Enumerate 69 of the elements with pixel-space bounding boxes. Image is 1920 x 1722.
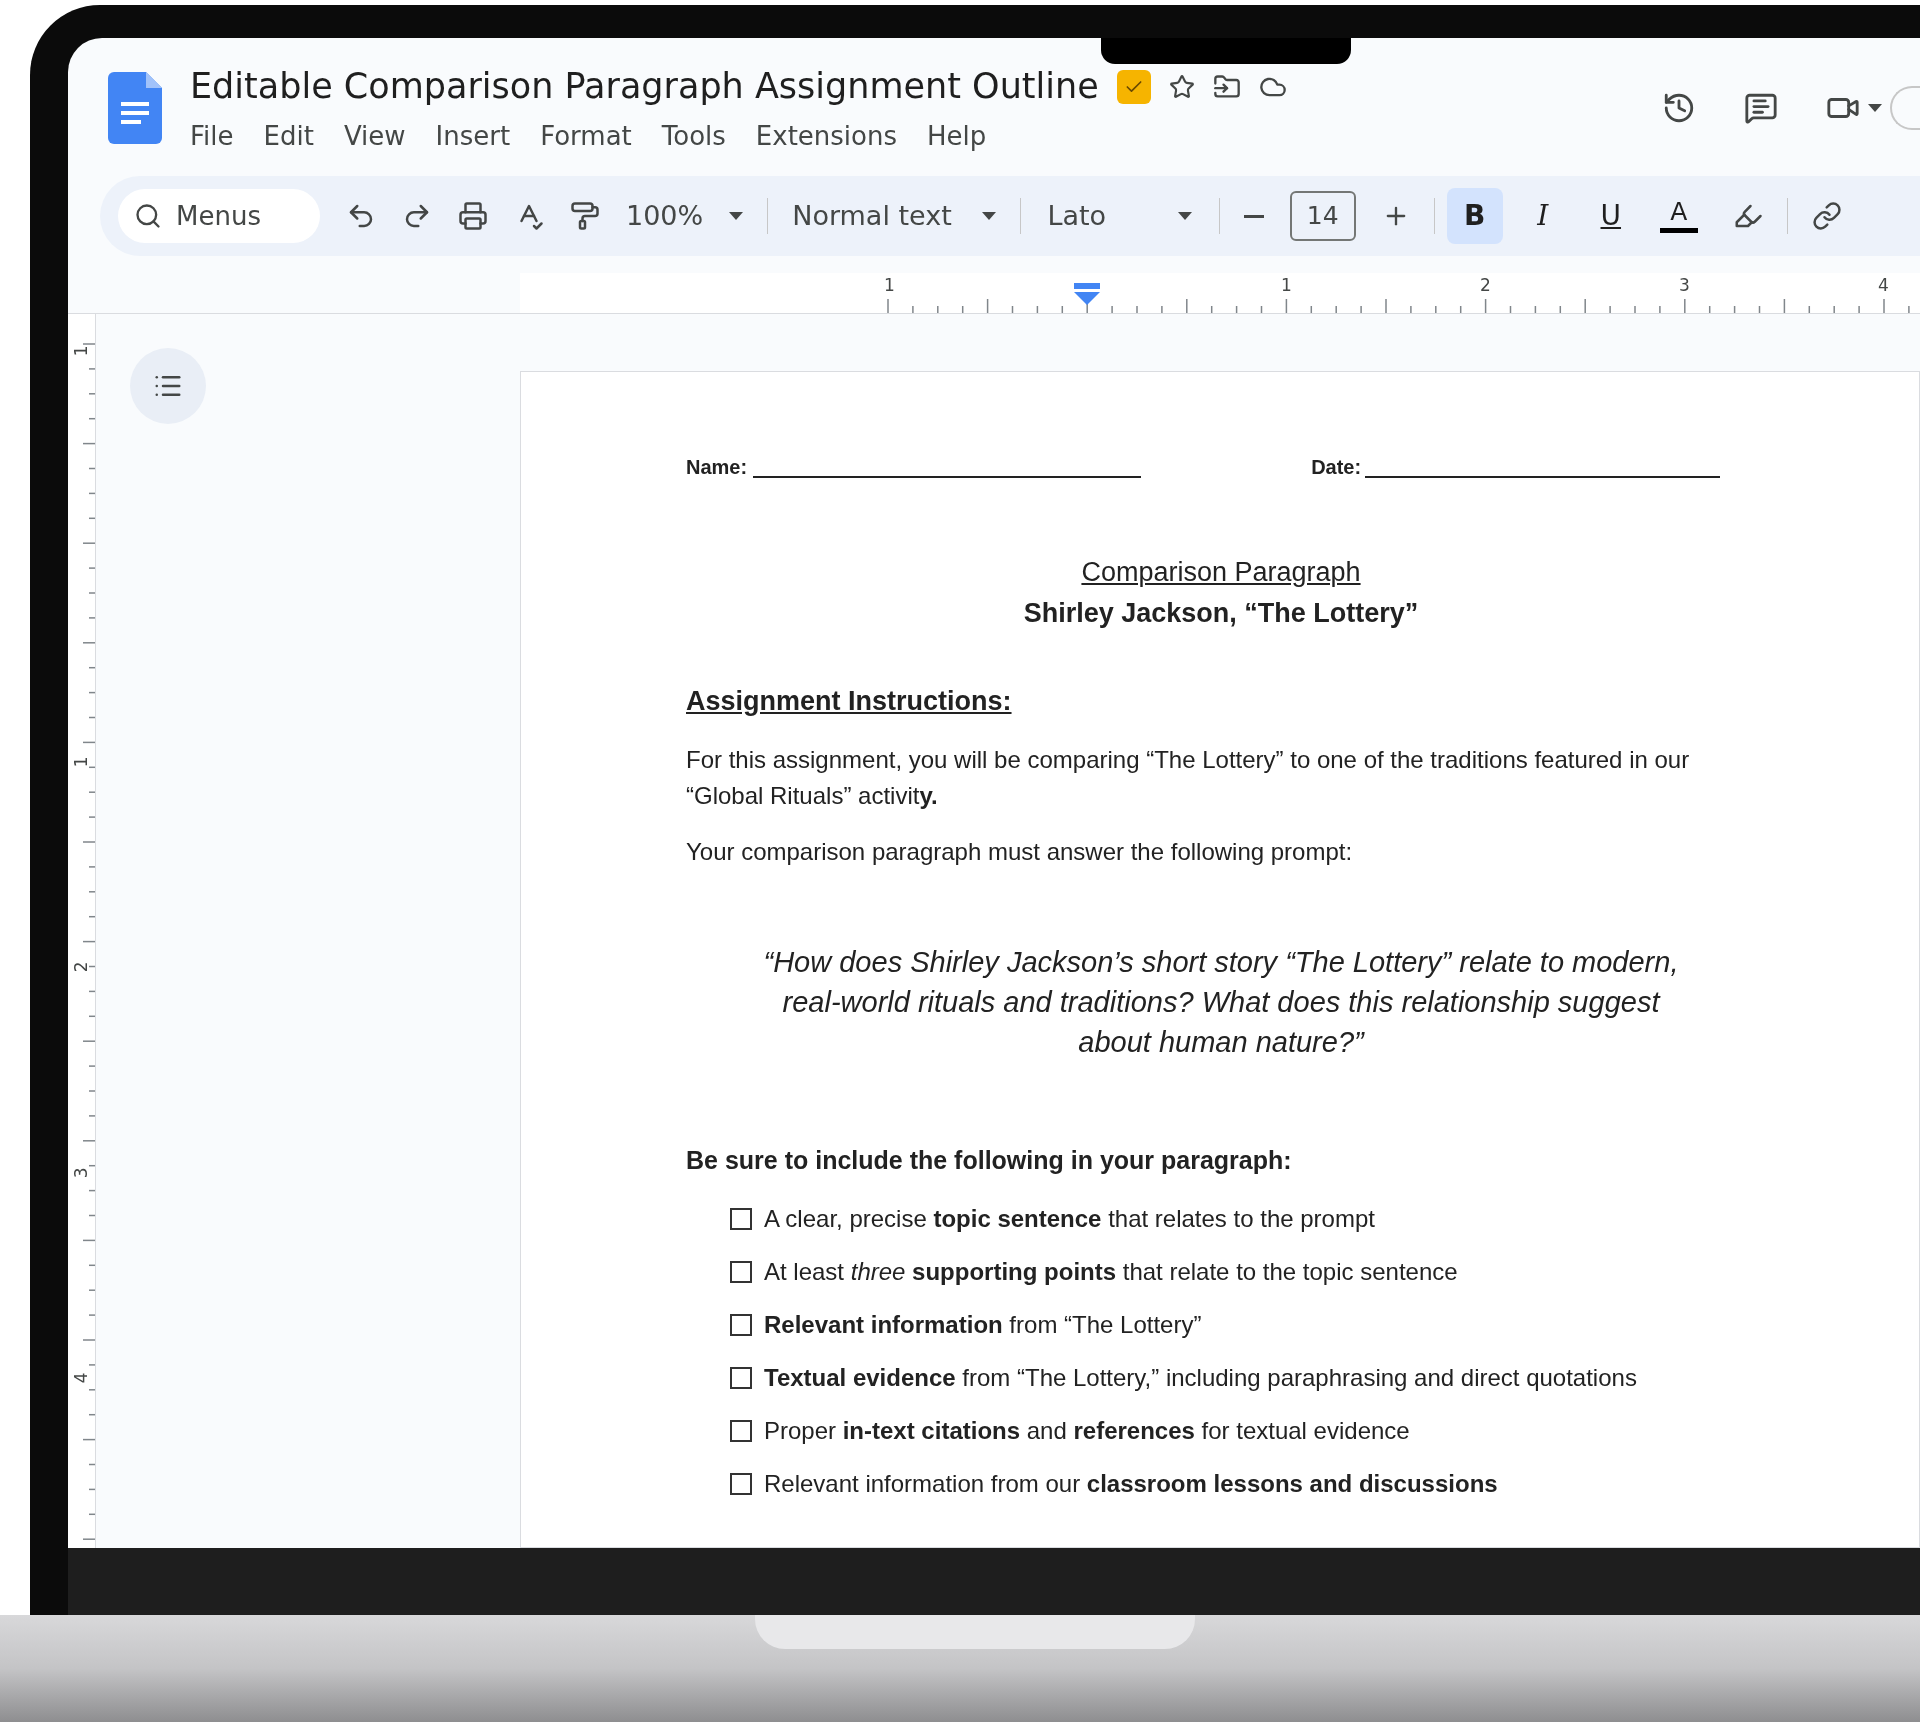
name-label: Name: [686,455,748,480]
checklist-heading: Be sure to include the following in your paragraph: [686,1144,1293,1176]
minus-icon [1243,214,1264,218]
link-button[interactable] [1811,201,1842,231]
ruler-number: 3 [1679,274,1690,297]
search-icon [134,202,162,230]
document-title[interactable]: Editable Comparison Paragraph Assignment Outline [190,60,1099,113]
link-icon [1811,201,1842,231]
bold-button[interactable]: B [1446,188,1503,244]
paint-roller-icon [570,201,600,231]
checkbox[interactable] [730,1314,752,1336]
menu-item[interactable]: Help [927,116,987,156]
ruler-number: 4 [1878,274,1889,297]
indent-marker-icon[interactable] [1074,283,1100,305]
star-icon[interactable] [1168,73,1195,100]
document-app-icon [108,72,162,144]
ruler-number: 1 [69,755,92,767]
menu-item[interactable]: Extensions [755,116,898,156]
style-dropdown[interactable]: Normal text [792,195,996,237]
font-dropdown[interactable]: Lato [1044,195,1195,237]
checkbox[interactable] [730,1261,752,1283]
checkbox[interactable] [730,1208,752,1230]
menu-item[interactable]: Edit [263,116,314,156]
caret-icon [729,212,744,220]
ruler-number: 1 [1281,274,1292,297]
checklist-item: A clear, precise topic sentence that relates to the prompt [764,1204,1375,1234]
checklist-item: Textual evidence from “The Lottery,” including paraphrasing and direct quotations [764,1363,1637,1393]
date-label: Date: [1311,455,1362,480]
menu-item[interactable]: Tools [661,116,726,156]
ruler-number: 2 [1480,274,1491,297]
menu-item[interactable]: Format [540,116,632,156]
menu-item[interactable]: View [343,116,406,156]
checkbox[interactable] [730,1420,752,1442]
font-size-field[interactable]: 14 [1289,191,1356,241]
prompt-quote: “How does Shirley Jackson’s short story “The Lottery” relate to modern, real-world rituals and traditions? What does this relationship suggest about human nature?” [762,944,1680,1060]
underline-button[interactable]: U [1582,188,1639,244]
checkbox[interactable] [730,1367,752,1389]
checklist-item: At least three supporting points that relate to the topic sentence [764,1257,1458,1287]
menu-item[interactable]: Insert [435,116,511,156]
ruler-number: 1 [884,274,895,297]
document-heading: Comparison Paragraph [1081,556,1361,589]
paint-format-button[interactable] [570,201,600,231]
ruler-number: 1 [69,345,92,357]
menu-item[interactable]: File [190,116,234,156]
caret-icon [981,212,996,220]
zoom-dropdown[interactable]: 100% [626,195,744,237]
comment-icon[interactable] [1744,91,1778,125]
checkbox[interactable] [730,1473,752,1495]
move-folder-icon[interactable] [1212,72,1241,101]
caret-icon [1178,212,1193,220]
italic-button[interactable]: I [1514,188,1571,244]
print-button[interactable] [458,201,488,231]
paragraph: For this assignment, you will be comparing “The Lottery” to one of the traditions featured in our “Global Rituals” activity. [686,744,1691,811]
checklist-item: Relevant information from “The Lottery” [764,1310,1202,1340]
ruler-number: 3 [69,1166,92,1178]
paragraph: Your comparison paragraph must answer the following prompt: [686,836,1354,867]
decrease-size-button[interactable] [1243,214,1264,218]
ruler-number: 2 [69,961,92,973]
section-heading: Assignment Instructions: [686,685,1013,718]
document-subheading: Shirley Jackson, “The Lottery” [1023,596,1419,630]
ruler-number: 4 [69,1372,92,1384]
menus-search-field[interactable]: Menus [118,189,320,243]
checklist-item: Relevant information from our classroom lessons and discussions [764,1469,1498,1499]
printer-icon [458,201,488,231]
caret-icon [1868,104,1882,112]
history-icon[interactable] [1662,91,1696,125]
text-color-button[interactable]: A [1650,188,1707,244]
label-icon[interactable] [1116,69,1151,104]
checklist-item: Proper in-text citations and references for textual evidence [764,1416,1410,1446]
